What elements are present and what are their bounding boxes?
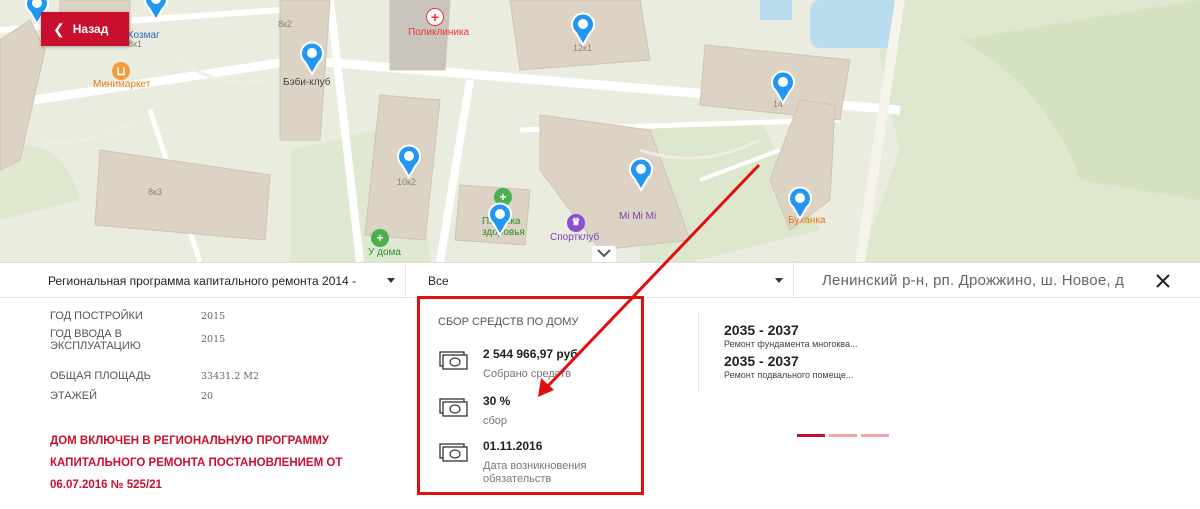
info-label: ЭТАЖЕЙ [50,390,97,402]
works-list: 2035 - 2037 Ремонт фундамента многоква..… [698,312,898,392]
house-info: ГОД ПОСТРОЙКИ 2015 ГОД ВВОДА В ЭКСПЛУАТА… [50,306,370,406]
hospital-icon[interactable]: + [426,8,444,26]
funds-panel: СБОР СРЕДСТВ ПО ДОМУ 2 544 966,97 руб Со… [417,296,644,495]
work-type-select[interactable]: Все [418,263,794,298]
fund-caption: сбор [483,415,508,427]
money-icon [439,351,468,370]
back-button-label: Назад [72,22,109,36]
money-icon [439,398,468,417]
map-pin-icon[interactable] [143,0,169,22]
map[interactable]: 8к1 8к2 8к3 10к2 12к1 14 + Поликлиника ⊔… [0,0,1200,262]
pharmacy-icon[interactable]: + [371,229,389,247]
chevron-down-icon [597,249,611,258]
info-row-year-commissioned: ГОД ВВОДА В ЭКСПЛУАТАЦИЮ 2015 [50,326,370,366]
filter-bar: Региональная программа капитального ремо… [0,262,1200,298]
info-label: ГОД ПОСТРОЙКИ [50,310,143,322]
money-icon [439,443,468,462]
fund-value: 30 % [483,394,511,408]
work-name: Ремонт фундамента многоква... [724,339,858,349]
poi-label-baby-club[interactable]: Бэби-клуб [283,77,330,88]
poi-label-polyclinic[interactable]: Поликлиника [408,27,469,38]
work-item[interactable]: 2035 - 2037 Ремонт фундамента многоква..… [724,322,894,349]
fund-caption: Дата возникновения обязательств [483,460,587,485]
trophy-icon[interactable]: ♛ [567,214,585,232]
program-select[interactable]: Региональная программа капитального ремо… [36,263,406,298]
map-base [0,0,1200,262]
back-button[interactable]: ❮ Назад [41,12,129,46]
caret-down-icon [775,278,783,283]
poi-label-minimarket[interactable]: Минимаркет [93,79,150,90]
funds-title: СБОР СРЕДСТВ ПО ДОМУ [438,316,579,328]
address-input[interactable]: Ленинский р-н, рп. Дрожжино, ш. Новое, д [808,263,1138,298]
work-type-select-value: Все [428,273,449,288]
map-pin-icon[interactable] [570,11,596,47]
info-label: ГОД ВВОДА В ЭКСПЛУАТАЦИЮ [50,328,141,352]
poi-label-u-doma[interactable]: У дома [368,247,401,258]
fund-value: 2 544 966,97 руб [483,347,578,361]
map-pin-icon[interactable] [787,185,813,221]
info-value: 2015 [201,334,226,345]
info-row-year-built: ГОД ПОСТРОЙКИ 2015 [50,306,370,326]
house-number: 8к3 [148,187,162,197]
map-pin-icon[interactable] [770,69,796,105]
program-notice: ДОМ ВКЛЮЧЕН В РЕГИОНАЛЬНУЮ ПРОГРАММУ КАП… [50,435,343,491]
info-value: 2015 [201,311,226,322]
chevron-left-icon: ❮ [53,20,65,37]
poi-label-khozmag[interactable]: Хозмаг [127,30,160,41]
fund-caption: Собрано средств [483,368,572,380]
close-icon [1156,274,1170,288]
poi-label-sportclub[interactable]: Спортклуб [550,232,599,243]
works-pager [797,434,892,437]
work-years: 2035 - 2037 [724,322,799,338]
pager-dot[interactable] [797,434,825,437]
info-label: ОБЩАЯ ПЛОЩАДЬ [50,370,151,382]
map-pin-icon[interactable] [628,156,654,192]
close-button[interactable] [1152,270,1174,292]
info-value: 33431.2 М2 [201,371,260,382]
info-row-floors: ЭТАЖЕЙ 20 [50,386,370,406]
map-pin-icon[interactable] [487,201,513,237]
work-item[interactable]: 2035 - 2037 Ремонт подвального помеще... [724,353,894,380]
basket-icon[interactable]: ⊔ [112,62,130,80]
caret-down-icon [387,278,395,283]
poi-label-mimimi[interactable]: Mi Mi Mi [619,211,656,222]
program-select-value: Региональная программа капитального ремо… [48,273,357,288]
map-pin-icon[interactable] [396,143,422,179]
map-pin-icon[interactable] [299,40,325,76]
info-row-total-area: ОБЩАЯ ПЛОЩАДЬ 33431.2 М2 [50,366,370,386]
pager-dot[interactable] [861,434,889,437]
pager-dot[interactable] [829,434,857,437]
work-years: 2035 - 2037 [724,353,799,369]
collapse-map-button[interactable] [592,246,616,262]
work-name: Ремонт подвального помеще... [724,370,854,380]
house-number: 8к2 [278,19,292,29]
info-value: 20 [201,391,214,402]
fund-value: 01.11.2016 [483,439,543,453]
